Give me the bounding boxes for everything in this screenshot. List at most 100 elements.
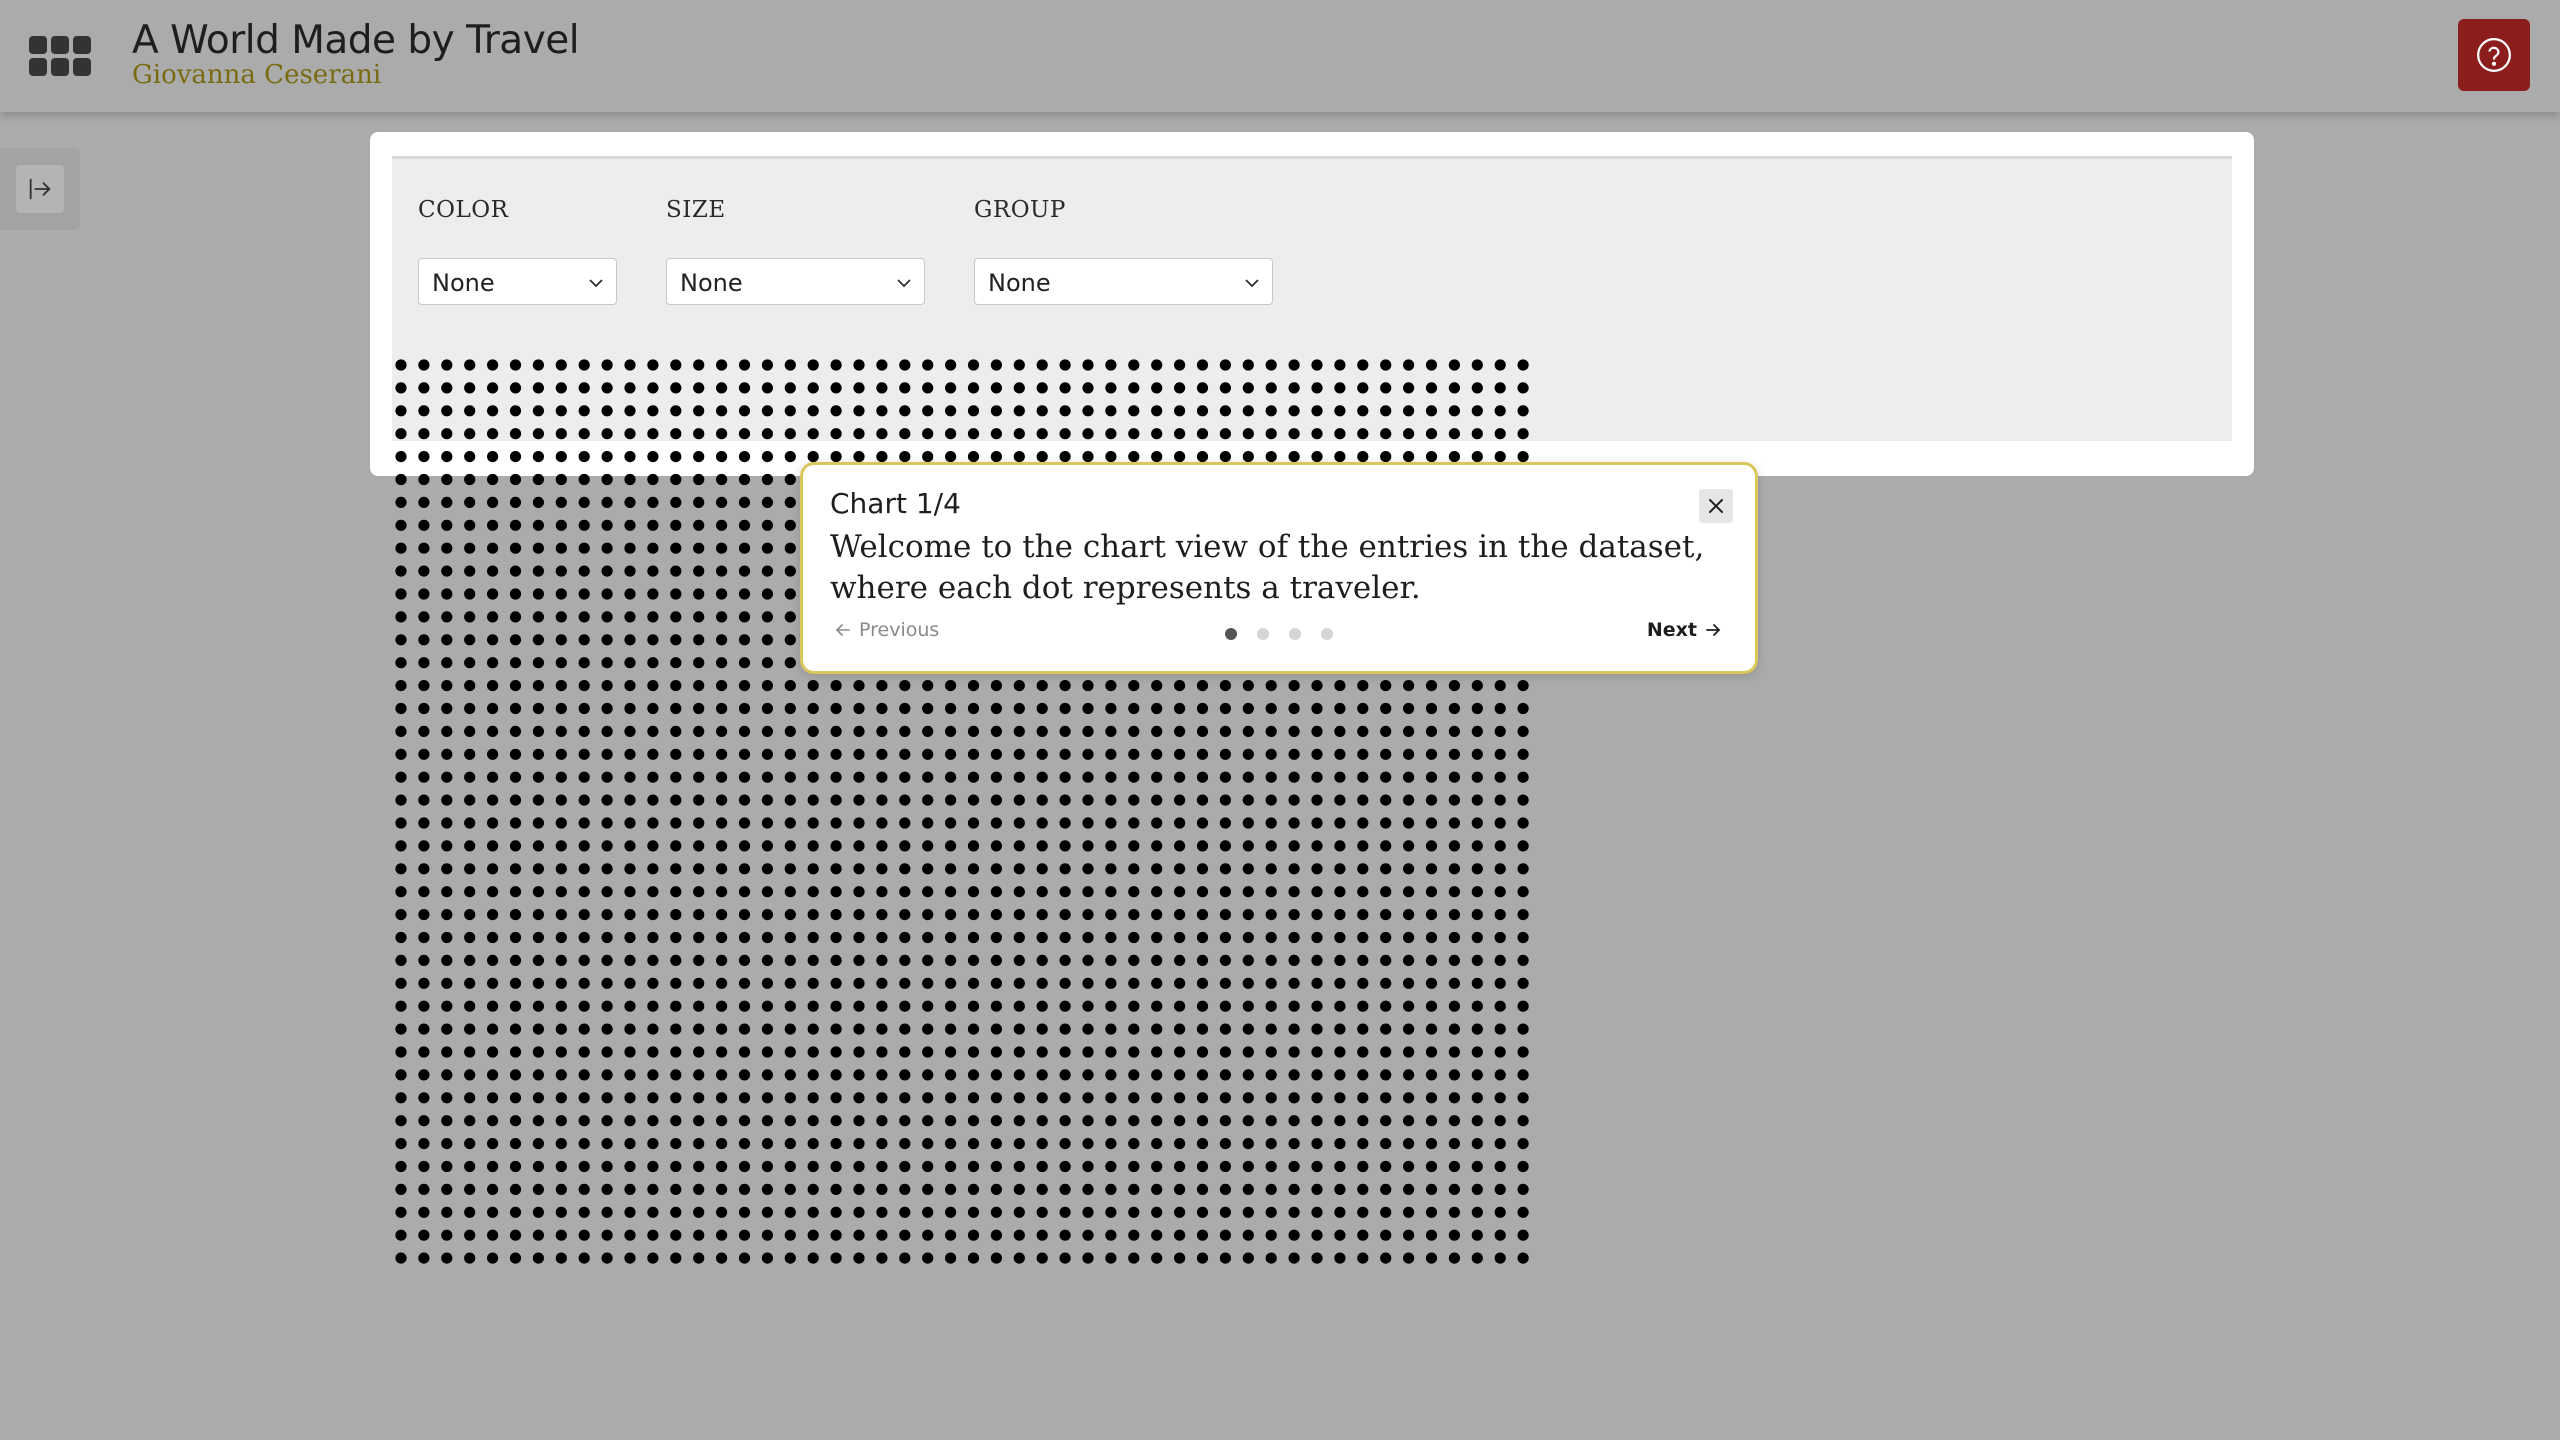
traveler-dot[interactable] [784,748,796,760]
traveler-dot[interactable] [418,565,430,577]
traveler-dot[interactable] [1013,1046,1025,1058]
traveler-dot[interactable] [1311,886,1323,898]
traveler-dot[interactable] [1334,702,1346,715]
traveler-dot[interactable] [1311,1183,1323,1195]
traveler-dot[interactable] [509,588,522,600]
traveler-dot[interactable] [464,931,476,944]
traveler-dot[interactable] [899,1252,911,1264]
traveler-dot[interactable] [784,1069,796,1081]
traveler-dot[interactable] [830,1092,842,1104]
traveler-dot[interactable] [1311,1115,1323,1127]
traveler-dot[interactable] [922,1046,934,1058]
traveler-dot[interactable] [693,886,705,898]
traveler-dot[interactable] [1196,954,1209,967]
traveler-dot[interactable] [1425,863,1438,875]
traveler-dot[interactable] [1448,1252,1460,1264]
traveler-dot[interactable] [464,565,476,577]
traveler-dot[interactable] [418,909,430,921]
traveler-dot[interactable] [624,1229,636,1241]
traveler-dot[interactable] [1082,725,1094,738]
traveler-dot[interactable] [670,1183,682,1195]
traveler-dot[interactable] [1471,702,1483,715]
traveler-dot[interactable] [395,817,407,829]
traveler-dot[interactable] [738,954,751,967]
traveler-dot[interactable] [1151,909,1163,921]
traveler-dot[interactable] [532,748,545,760]
traveler-dot[interactable] [1036,1092,1048,1104]
traveler-dot[interactable] [1082,1138,1094,1150]
traveler-dot[interactable] [1059,1138,1071,1150]
traveler-dot[interactable] [487,1252,499,1264]
traveler-dot[interactable] [647,611,659,623]
traveler-dot[interactable] [624,496,636,508]
traveler-dot[interactable] [441,1252,453,1264]
traveler-dot[interactable] [807,977,819,989]
traveler-dot[interactable] [1013,1023,1025,1035]
traveler-dot[interactable] [1196,977,1209,989]
traveler-dot[interactable] [830,702,842,715]
traveler-dot[interactable] [945,977,957,989]
traveler-dot[interactable] [1471,1115,1483,1127]
traveler-dot[interactable] [853,748,865,760]
traveler-dot[interactable] [509,863,522,875]
traveler-dot[interactable] [1403,1160,1415,1173]
traveler-dot[interactable] [1334,1206,1346,1218]
traveler-dot[interactable] [1128,1160,1140,1173]
traveler-dot[interactable] [1311,817,1323,829]
traveler-dot[interactable] [1059,771,1071,783]
traveler-dot[interactable] [1128,1183,1140,1195]
traveler-dot[interactable] [1334,771,1346,783]
traveler-dot[interactable] [1151,954,1163,967]
traveler-dot[interactable] [532,977,545,989]
traveler-dot[interactable] [899,1092,911,1104]
traveler-dot[interactable] [395,565,407,577]
traveler-dot[interactable] [1494,909,1506,921]
traveler-dot[interactable] [1334,977,1346,989]
traveler-dot[interactable] [853,886,865,898]
traveler-dot[interactable] [830,909,842,921]
traveler-dot[interactable] [601,840,613,852]
traveler-dot[interactable] [464,725,476,738]
traveler-dot[interactable] [716,817,728,829]
traveler-dot[interactable] [395,611,407,623]
traveler-dot[interactable] [1425,1160,1438,1173]
traveler-dot[interactable] [578,1160,590,1173]
traveler-dot[interactable] [830,725,842,738]
traveler-dot[interactable] [601,794,613,806]
traveler-dot[interactable] [418,1160,430,1173]
traveler-dot[interactable] [1196,863,1209,875]
traveler-dot[interactable] [761,817,774,829]
traveler-dot[interactable] [532,634,545,646]
traveler-dot[interactable] [738,519,751,531]
traveler-dot[interactable] [967,1000,980,1012]
traveler-dot[interactable] [1380,771,1392,783]
traveler-dot[interactable] [693,954,705,967]
traveler-dot[interactable] [418,657,430,669]
traveler-dot[interactable] [1517,1252,1529,1264]
traveler-dot[interactable] [784,954,796,967]
traveler-dot[interactable] [1196,1115,1209,1127]
traveler-dot[interactable] [853,1229,865,1241]
traveler-dot[interactable] [1448,702,1460,715]
traveler-dot[interactable] [395,725,407,738]
traveler-dot[interactable] [624,1252,636,1264]
traveler-dot[interactable] [670,771,682,783]
traveler-dot[interactable] [441,657,453,669]
traveler-dot[interactable] [509,1183,522,1195]
traveler-dot[interactable] [1174,954,1186,967]
traveler-dot[interactable] [601,725,613,738]
traveler-dot[interactable] [693,657,705,669]
traveler-dot[interactable] [784,1252,796,1264]
traveler-dot[interactable] [1311,909,1323,921]
traveler-dot[interactable] [487,634,499,646]
traveler-dot[interactable] [1403,909,1415,921]
traveler-dot[interactable] [899,1138,911,1150]
traveler-dot[interactable] [1517,909,1529,921]
traveler-dot[interactable] [487,702,499,715]
traveler-dot[interactable] [1219,748,1231,760]
traveler-dot[interactable] [1128,931,1140,944]
traveler-dot[interactable] [1036,909,1048,921]
traveler-dot[interactable] [1242,1023,1254,1035]
traveler-dot[interactable] [670,519,682,531]
traveler-dot[interactable] [670,1000,682,1012]
